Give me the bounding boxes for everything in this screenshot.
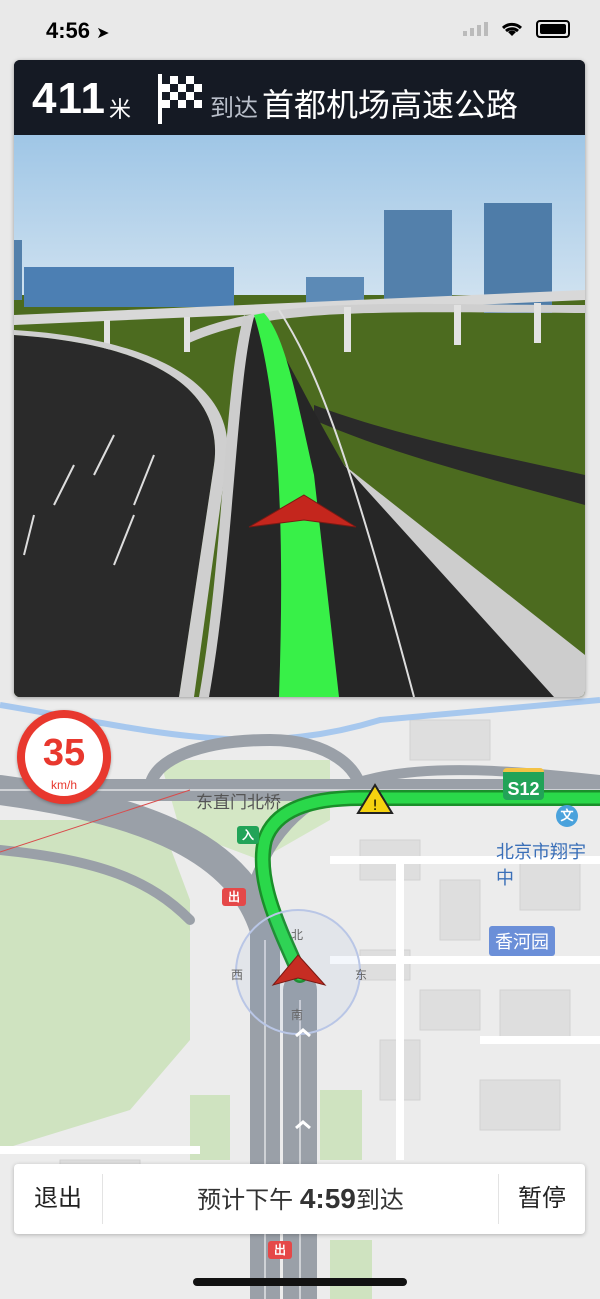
checkered-flag-icon [158, 74, 202, 124]
pause-button[interactable]: 暂停 [499, 1164, 585, 1234]
eta-suffix: 到达 [355, 1187, 404, 1214]
highway-shield: S12 [503, 768, 544, 800]
guidance-header: 411 米 到达 首都机场高速公路 [14, 60, 585, 135]
eta-display: 预计下午 4:59到达 [103, 1164, 498, 1234]
poi-label-school[interactable]: 北京市翔宇中 [496, 838, 600, 890]
eta-time: 4:59 [299, 1183, 356, 1214]
signal-icon [463, 22, 488, 36]
compass-south: 南 [291, 1008, 304, 1022]
home-indicator[interactable] [193, 1278, 407, 1286]
junction-3d-view [14, 135, 585, 697]
destination-name: 首都机场高速公路 [262, 87, 519, 123]
bridge-label: 东直门北桥 [196, 793, 281, 812]
speed-limit-value: 35 [42, 732, 86, 774]
poi-label-area[interactable]: 香河园 [489, 926, 555, 956]
location-arrow-icon: ➤ [96, 25, 110, 42]
exit-tag: 出 [222, 888, 246, 906]
exit-button[interactable]: 退出 [14, 1164, 102, 1234]
status-bar: 4:56 ➤ [0, 0, 600, 62]
compass-east: 东 [355, 968, 368, 982]
school-icon[interactable]: 文 [556, 805, 578, 827]
status-icons [463, 20, 570, 38]
exit-tag-bottom: 出 [268, 1241, 292, 1259]
guidance-card: 411 米 到达 首都机场高速公路 [14, 60, 585, 697]
compass-west: 西 [231, 968, 244, 982]
wifi-icon [501, 22, 523, 36]
compass-north: 北 [291, 928, 304, 942]
battery-icon [536, 20, 570, 38]
distance-unit: 米 [109, 97, 132, 122]
speed-limit-sign: 35 km/h [17, 710, 111, 804]
eta-prefix: 预计下午 [197, 1187, 294, 1214]
distance-value: 411 [32, 74, 106, 123]
arrive-label: 到达 [210, 95, 258, 122]
status-time: 4:56 ➤ [46, 18, 110, 43]
speed-limit-unit: km/h [50, 778, 77, 792]
svg-text:!: ! [372, 798, 378, 814]
bottom-bar: 退出 预计下午 4:59到达 暂停 [14, 1164, 585, 1234]
entrance-tag: 入 [237, 826, 259, 844]
